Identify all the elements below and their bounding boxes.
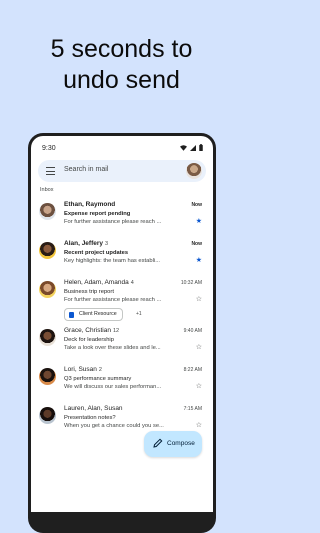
email-sender: Lauren, Alan, Susan bbox=[64, 405, 123, 412]
email-date: 9:40 AM bbox=[183, 328, 202, 334]
app-screenshot: { "headline": { "line1": "5 seconds to",… bbox=[0, 0, 243, 533]
thread-count: 12 bbox=[112, 328, 120, 334]
email-subject: Presentation notes? bbox=[64, 415, 116, 421]
email-snippet: For further assistance please reach ... bbox=[64, 219, 162, 225]
email-subject: Deck for leadership bbox=[64, 337, 114, 343]
email-date: Now bbox=[191, 202, 202, 208]
email-date: 8:22 AM bbox=[183, 367, 202, 373]
email-sender: Lori, Susan 2 bbox=[64, 366, 102, 373]
avatar bbox=[39, 329, 56, 346]
attachment-chip[interactable]: Client Resource bbox=[64, 308, 123, 321]
email-date: Now bbox=[191, 241, 202, 247]
email-sender: Alan, Jeffery 3 bbox=[64, 240, 109, 247]
document-icon bbox=[69, 311, 74, 318]
thread-count: 3 bbox=[105, 241, 109, 247]
email-row[interactable]: Grace, Christian 12 9:40 AM Deck for lead… bbox=[31, 322, 213, 361]
avatar bbox=[39, 368, 56, 385]
email-date: 7:15 AM bbox=[183, 406, 202, 412]
email-snippet: For further assistance please reach ... bbox=[64, 297, 162, 303]
email-sender: Helen, Adam, Amanda 4 bbox=[64, 279, 134, 286]
search-input[interactable]: Search in mail bbox=[64, 166, 108, 173]
headline: 5 seconds to undo send bbox=[0, 34, 243, 96]
email-date: 10:32 AM bbox=[180, 280, 202, 286]
thread-count: 2 bbox=[98, 367, 102, 373]
email-subject: Expense report pending bbox=[64, 211, 131, 217]
account-avatar[interactable] bbox=[186, 163, 202, 179]
signal-icon bbox=[190, 144, 196, 151]
email-subject: Q3 performance summary bbox=[64, 376, 132, 382]
email-sender: Grace, Christian 12 bbox=[64, 327, 120, 334]
star-icon[interactable]: ☆ bbox=[196, 344, 202, 351]
email-subject: Business trip report bbox=[64, 289, 114, 295]
email-snippet: We will discuss our sales performan... bbox=[64, 384, 162, 390]
headline-line-2: undo send bbox=[63, 66, 180, 94]
email-row[interactable]: Helen, Adam, Amanda 4 10:32 AM Business t… bbox=[31, 274, 213, 322]
star-icon[interactable]: ☆ bbox=[196, 296, 202, 303]
menu-icon[interactable] bbox=[46, 167, 55, 175]
email-snippet: Key highlights: the team has establi... bbox=[64, 258, 161, 264]
status-bar: 9:30 bbox=[31, 136, 213, 158]
thread-count: 4 bbox=[130, 280, 134, 286]
email-row[interactable]: Lori, Susan 2 8:22 AM Q3 performance summ… bbox=[31, 361, 213, 400]
pencil-icon bbox=[153, 438, 163, 448]
email-list: Ethan, Raymond Now Expense report pendin… bbox=[31, 196, 213, 439]
email-snippet: When you get a chance could you se... bbox=[64, 423, 164, 429]
email-subject: Recent project updates bbox=[64, 250, 129, 256]
email-row[interactable]: Ethan, Raymond Now Expense report pendin… bbox=[31, 196, 213, 235]
star-icon[interactable]: ★ bbox=[196, 218, 202, 225]
status-time: 9:30 bbox=[42, 145, 56, 152]
avatar bbox=[39, 242, 56, 259]
headline-line-1: 5 seconds to bbox=[50, 35, 193, 63]
star-icon[interactable]: ★ bbox=[196, 257, 202, 264]
star-icon[interactable]: ☆ bbox=[196, 383, 202, 390]
search-bar[interactable]: Search in mail bbox=[38, 160, 206, 182]
compose-button[interactable]: Compose bbox=[144, 431, 202, 457]
attachment-more: +1 bbox=[136, 311, 142, 317]
avatar bbox=[39, 203, 56, 220]
star-icon[interactable]: ☆ bbox=[196, 422, 202, 429]
inbox-label: Inbox bbox=[40, 187, 54, 193]
wifi-icon bbox=[180, 144, 187, 151]
system-icons bbox=[180, 144, 203, 151]
compose-label: Compose bbox=[167, 440, 195, 447]
email-snippet: Take a look over these slides and le... bbox=[64, 345, 161, 351]
avatar bbox=[39, 407, 56, 424]
email-sender: Ethan, Raymond bbox=[64, 201, 116, 208]
email-row[interactable]: Alan, Jeffery 3 Now Recent project update… bbox=[31, 235, 213, 274]
battery-icon bbox=[199, 144, 203, 151]
attachment-name: Client Resource bbox=[79, 311, 117, 317]
avatar bbox=[39, 281, 56, 298]
